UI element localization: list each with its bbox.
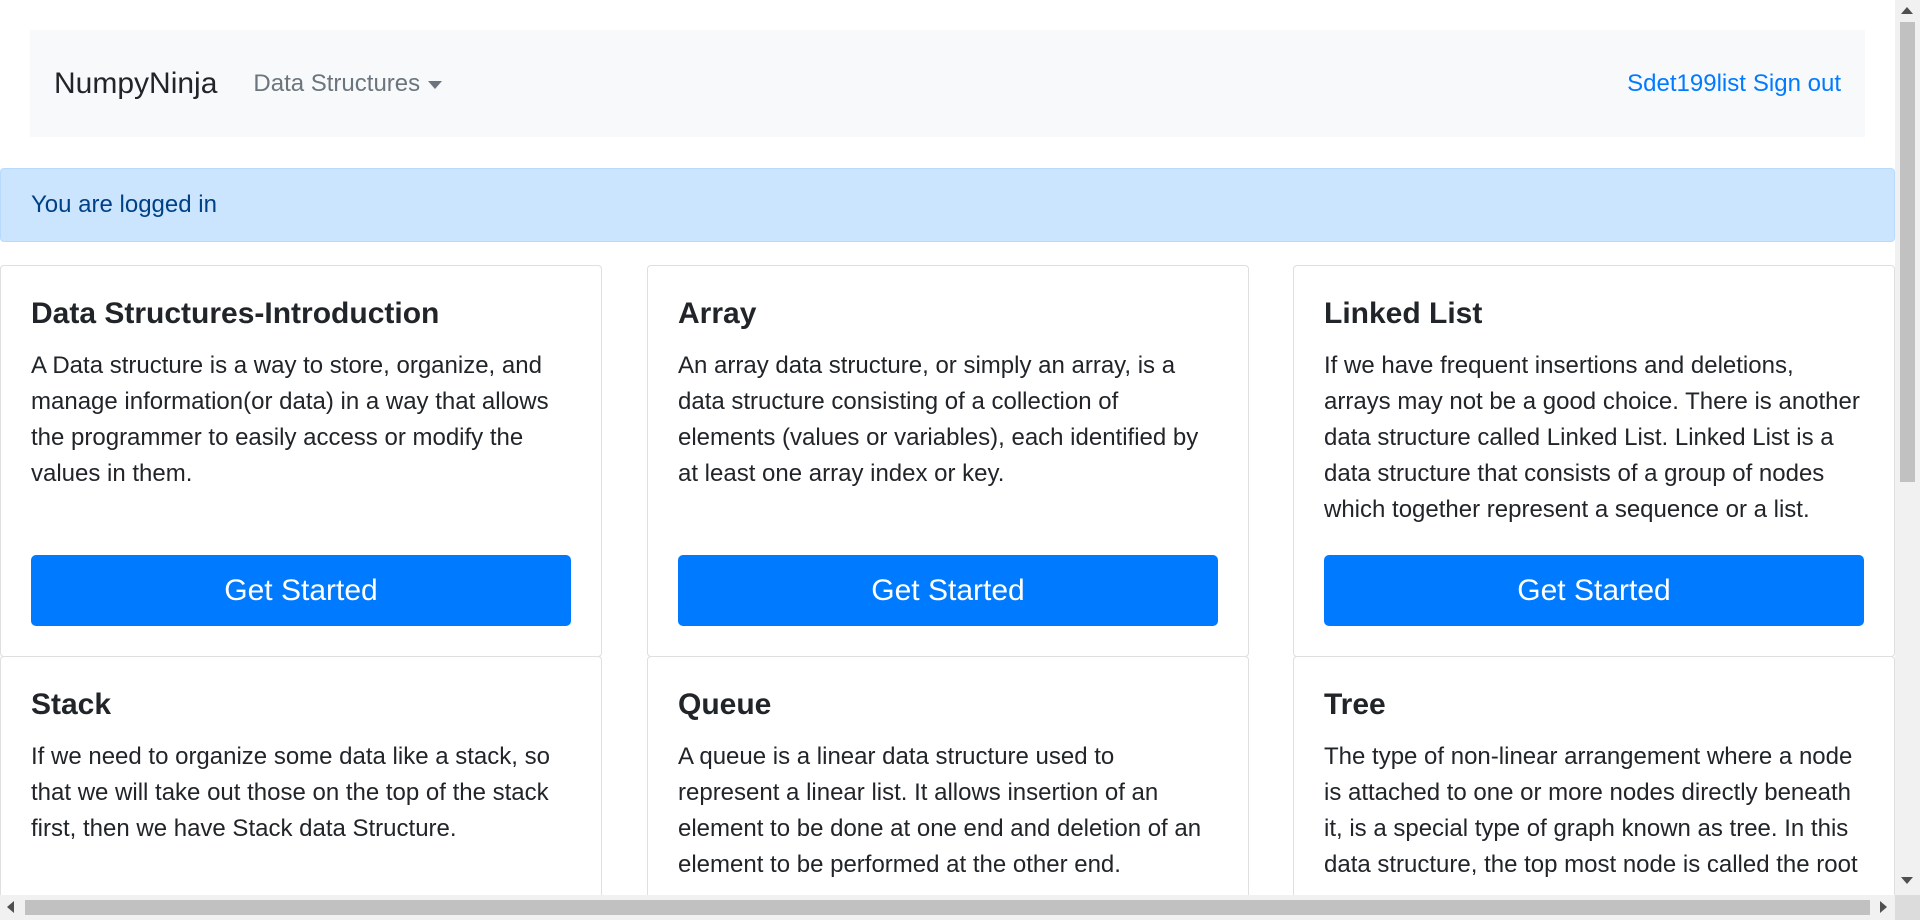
card-tree: Tree The type of non-linear arrangement … [1293,656,1895,895]
data-structures-dropdown[interactable]: Data Structures [253,69,443,98]
vertical-scroll-thumb[interactable] [1900,22,1915,482]
scroll-right-icon[interactable] [1880,901,1887,913]
card-text: If we have frequent insertions and delet… [1324,352,1860,523]
signout-link[interactable]: Sign out [1753,70,1841,98]
card-text: A queue is a linear data structure used … [678,743,1202,878]
card-title: Linked List [1324,297,1483,330]
card-text: A Data structure is a way to store, orga… [31,352,549,487]
card-text: The type of non-linear arrangement where… [1324,743,1858,878]
user-nav: Sdet199list Sign out [1627,70,1841,98]
scrollbar-corner [1895,895,1920,920]
login-alert: You are logged in [0,168,1895,242]
card-linked-list: Linked List If we have frequent insertio… [1293,265,1895,657]
card-title: Array [678,297,757,330]
scroll-down-icon[interactable] [1901,877,1913,884]
vertical-scrollbar[interactable] [1895,0,1920,895]
get-started-button[interactable]: Get Started [1324,555,1864,626]
scroll-left-icon[interactable] [7,901,14,913]
card-queue: Queue A queue is a linear data structure… [647,656,1249,895]
card-title: Data Structures-Introduction [31,297,440,330]
card-text: An array data structure, or simply an ar… [678,352,1199,487]
alert-message: You are logged in [31,191,217,218]
card-title: Queue [678,688,772,721]
get-started-button[interactable]: Get Started [678,555,1218,626]
card-array: Array An array data structure, or simply… [647,265,1249,657]
page-viewport: NumpyNinja Data Structures Sdet199list S… [0,0,1895,895]
scroll-up-icon[interactable] [1901,7,1913,14]
card-title: Stack [31,688,112,721]
get-started-button[interactable]: Get Started [31,555,571,626]
horizontal-scrollbar[interactable] [0,895,1895,920]
caret-down-icon [428,81,443,89]
card-text: If we need to organize some data like a … [31,743,550,842]
card-data-structures-introduction: Data Structures-Introduction A Data stru… [0,265,602,657]
card-stack: Stack If we need to organize some data l… [0,656,602,895]
dropdown-label: Data Structures [253,69,421,97]
brand-logo[interactable]: NumpyNinja [54,67,217,101]
user-link[interactable]: Sdet199list [1627,70,1746,98]
top-navbar: NumpyNinja Data Structures Sdet199list S… [30,30,1865,137]
card-title: Tree [1324,688,1386,721]
horizontal-scroll-thumb[interactable] [25,900,1870,915]
